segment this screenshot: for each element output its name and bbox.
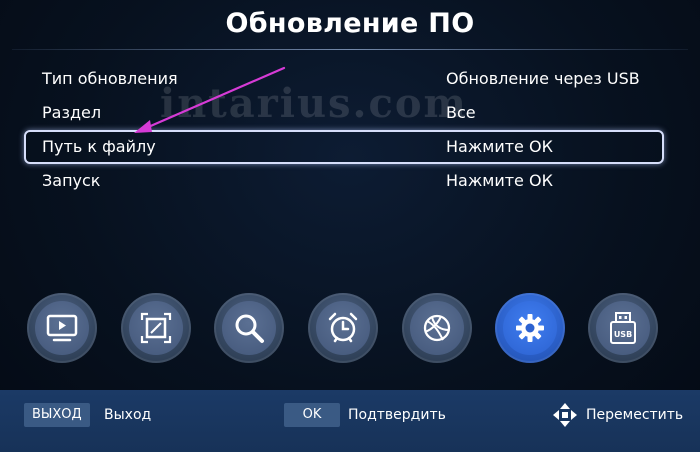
usb-icon-label: USB bbox=[614, 330, 632, 339]
tv-button[interactable] bbox=[27, 293, 97, 363]
exit-hint: Выход bbox=[104, 407, 152, 423]
function-icon-bar: USB bbox=[0, 293, 700, 363]
usb-icon: USB bbox=[610, 312, 636, 344]
gear-icon bbox=[516, 314, 544, 342]
globe-icon bbox=[423, 314, 451, 342]
picture-button[interactable] bbox=[121, 293, 191, 363]
exit-key[interactable]: ВЫХОД bbox=[24, 403, 90, 427]
ok-hint: Подтвердить bbox=[348, 407, 446, 423]
search-button[interactable] bbox=[214, 293, 284, 363]
annotation-arrow-icon bbox=[134, 66, 286, 133]
alarm-clock-icon bbox=[328, 312, 358, 343]
four-way-arrows-icon bbox=[553, 403, 577, 427]
tv-icon bbox=[46, 314, 78, 342]
alarm-clock-button[interactable] bbox=[308, 293, 378, 363]
ok-key[interactable]: OK bbox=[284, 403, 340, 427]
globe-button[interactable] bbox=[402, 293, 472, 363]
usb-button[interactable]: USB bbox=[588, 293, 658, 363]
picture-icon bbox=[140, 312, 172, 344]
settings-button[interactable] bbox=[495, 293, 565, 363]
move-hint: Переместить bbox=[586, 407, 684, 423]
footer-hint-bar: ВЫХОД Выход OK Подтвердить Переместить bbox=[0, 390, 700, 452]
search-icon bbox=[235, 314, 264, 343]
